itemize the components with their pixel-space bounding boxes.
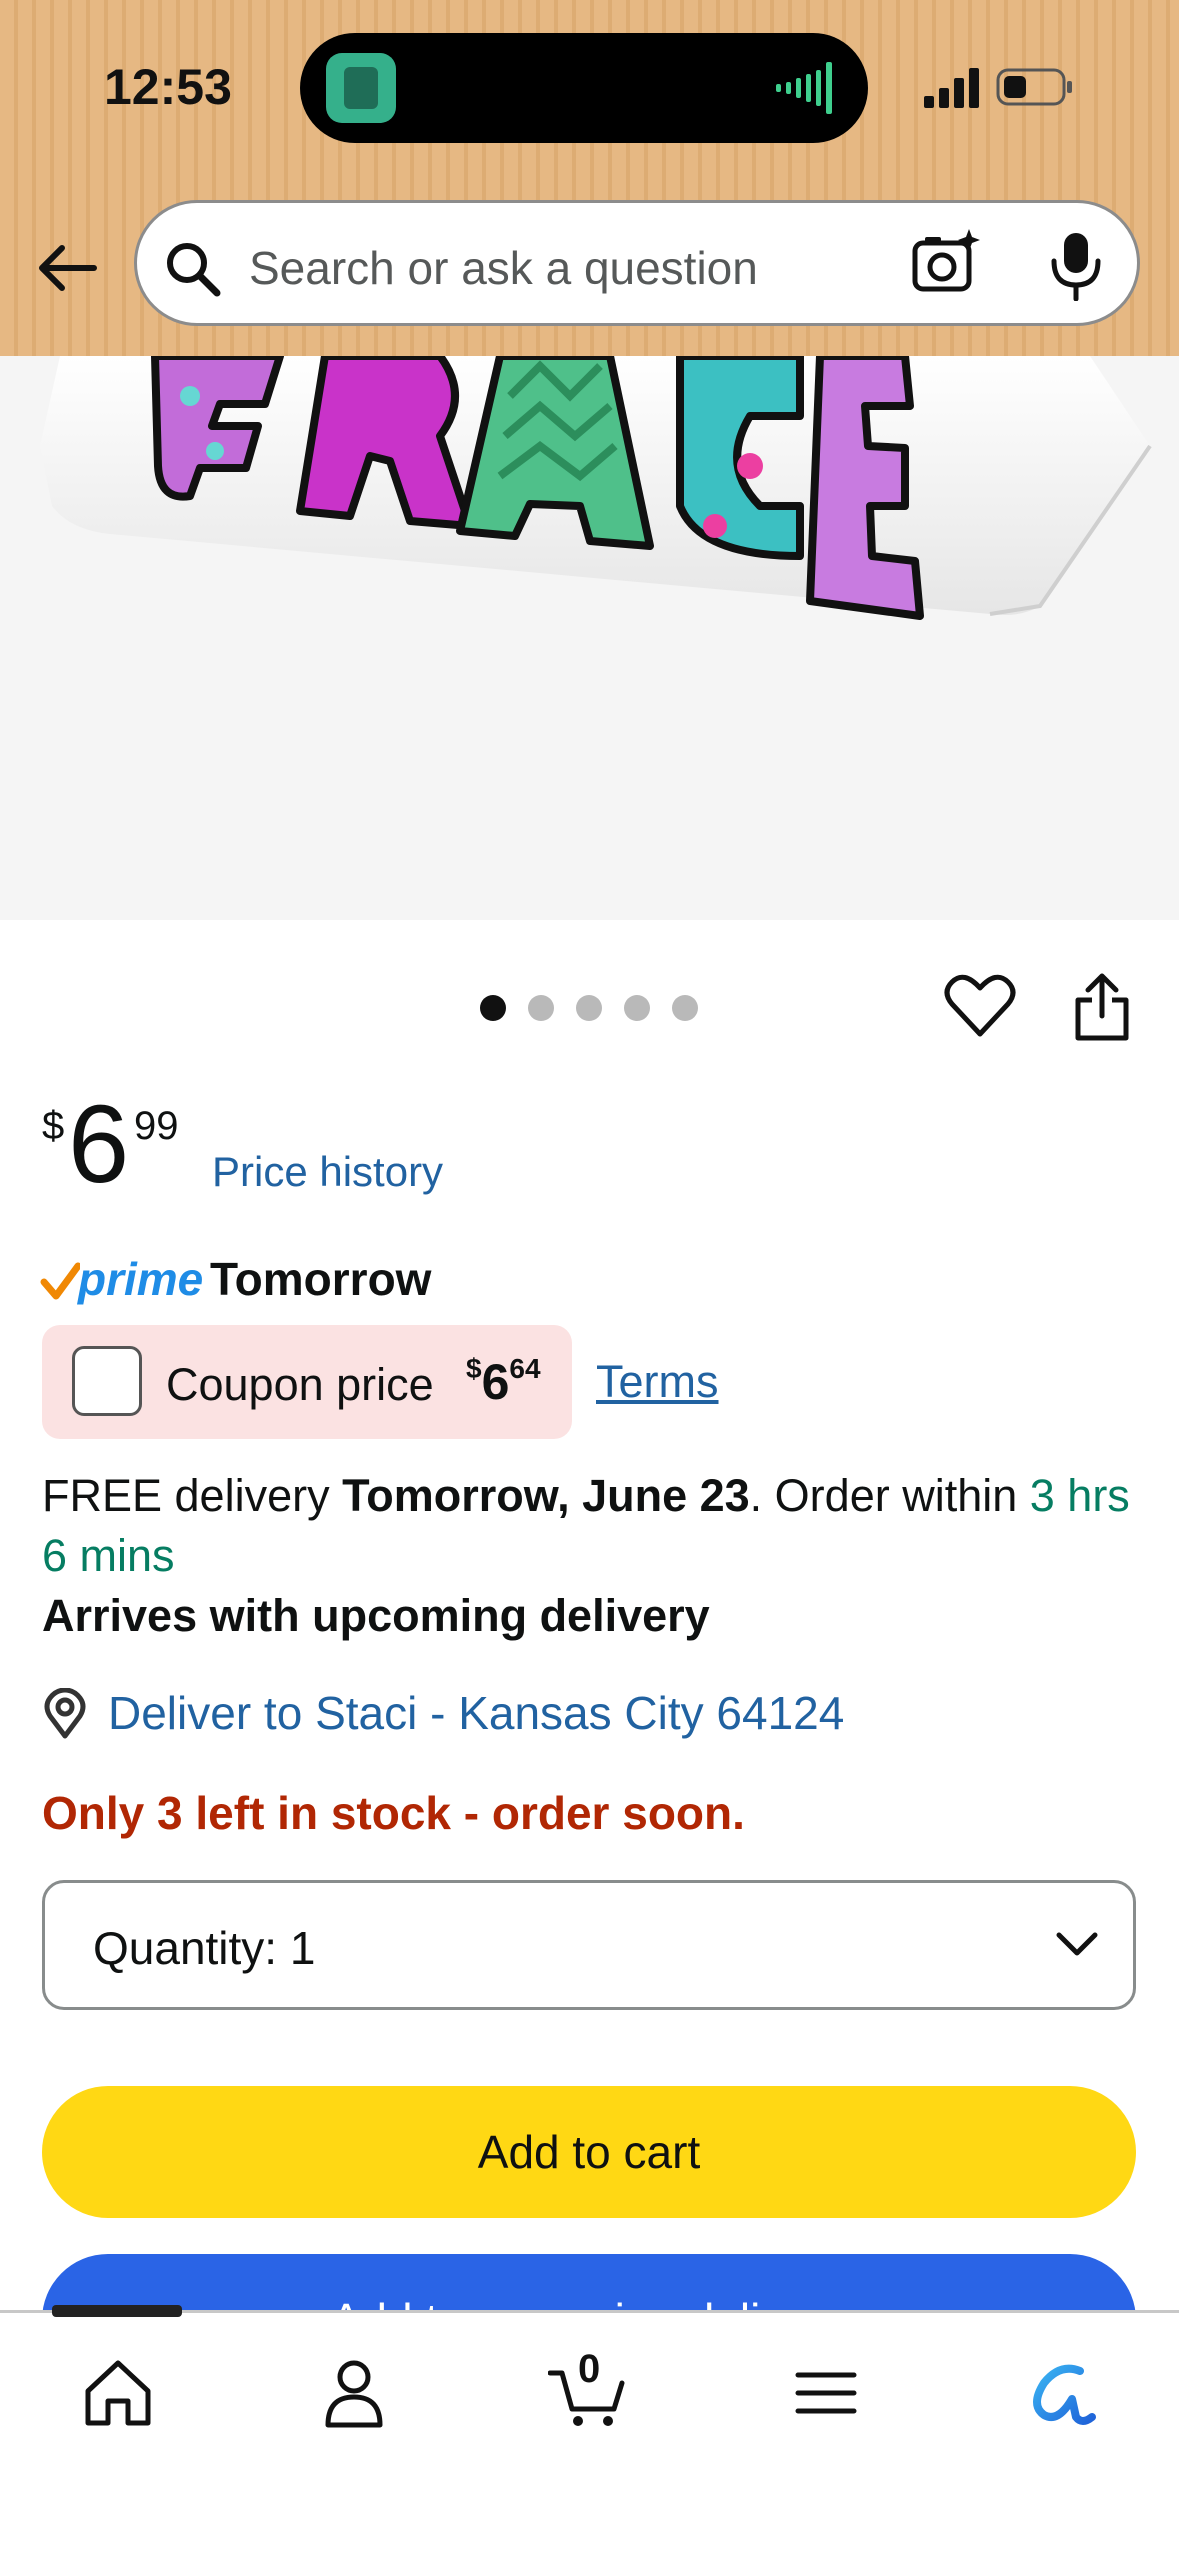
- product-image[interactable]: [0, 356, 1179, 920]
- microphone-icon[interactable]: [1049, 231, 1103, 301]
- back-arrow-icon[interactable]: [34, 236, 98, 300]
- coupon-box[interactable]: Coupon price $664: [42, 1325, 572, 1439]
- prime-badge: prime: [78, 1253, 204, 1305]
- coupon-checkbox[interactable]: [72, 1346, 142, 1416]
- quantity-value: 1: [289, 1922, 316, 1974]
- quantity-label: Quantity: 1: [93, 1922, 316, 1974]
- tab-account[interactable]: [314, 2353, 394, 2433]
- now-playing-app-icon: [326, 53, 396, 123]
- coupon-price-currency: $: [466, 1353, 482, 1384]
- status-time: 12:53: [104, 59, 232, 115]
- price-history-link[interactable]: Price history: [212, 1148, 443, 1196]
- price-currency: $: [42, 1104, 65, 1148]
- delivery-prefix: FREE delivery: [42, 1470, 343, 1521]
- tab-menu[interactable]: [786, 2353, 866, 2433]
- home-icon: [85, 2360, 151, 2426]
- carousel-dot[interactable]: [624, 995, 650, 1021]
- prime-check-icon: [40, 1262, 80, 1300]
- delivery-date: Tomorrow, June 23: [342, 1470, 750, 1521]
- account-icon: [325, 2360, 383, 2428]
- coupon-price: $664: [466, 1353, 541, 1411]
- stock-warning: Only 3 left in stock - order soon.: [42, 1787, 745, 1839]
- audio-wave-icon: [776, 62, 832, 114]
- tab-cart[interactable]: 0: [547, 2347, 628, 2433]
- rufus-icon: [1033, 2364, 1096, 2425]
- deliver-to-link[interactable]: Deliver to Staci - Kansas City 64124: [108, 1686, 844, 1740]
- search-icon: [167, 243, 221, 297]
- carousel-dot[interactable]: [576, 995, 602, 1021]
- location-pin-icon: [44, 1688, 86, 1739]
- carousel-dot[interactable]: [528, 995, 554, 1021]
- coupon-price-fraction: 64: [509, 1353, 541, 1384]
- top-header: 12:53 Search or ask a question: [0, 0, 1179, 356]
- quantity-select[interactable]: Quantity: 1: [42, 1880, 1136, 2010]
- prime-delivery-day: Tomorrow: [210, 1253, 432, 1305]
- search-bar[interactable]: Search or ask a question: [134, 200, 1140, 326]
- order-within-prefix: . Order within: [749, 1470, 1030, 1521]
- carousel-dot[interactable]: [480, 995, 506, 1021]
- battery-icon: [996, 68, 1072, 106]
- search-input[interactable]: Search or ask a question: [249, 241, 758, 295]
- camera-icon[interactable]: [911, 227, 983, 299]
- product-photo: [40, 356, 1152, 620]
- menu-icon: [795, 2372, 857, 2414]
- coupon-label: Coupon price: [166, 1359, 434, 1410]
- add-to-cart-button[interactable]: Add to cart: [42, 2086, 1136, 2218]
- heart-icon[interactable]: [944, 972, 1016, 1038]
- tab-rufus[interactable]: [1020, 2353, 1100, 2433]
- bottom-tab-bar: 0: [0, 2305, 1179, 2556]
- chevron-down-icon: [1056, 1932, 1098, 1956]
- price-whole: 6: [68, 1083, 130, 1206]
- arrives-note: Arrives with upcoming delivery: [42, 1590, 710, 1641]
- cart-count: 0: [578, 2347, 601, 2391]
- carousel-dot[interactable]: [672, 995, 698, 1021]
- delivery-message: FREE delivery Tomorrow, June 23. Order w…: [42, 1466, 1142, 1586]
- share-icon[interactable]: [1072, 972, 1132, 1042]
- cellular-signal-icon: [924, 68, 979, 108]
- tab-active-indicator: [52, 2305, 182, 2317]
- price-fraction: 99: [134, 1104, 179, 1148]
- coupon-terms-link[interactable]: Terms: [596, 1356, 719, 1408]
- coupon-price-whole: 6: [481, 1354, 510, 1410]
- tab-home[interactable]: [78, 2353, 158, 2433]
